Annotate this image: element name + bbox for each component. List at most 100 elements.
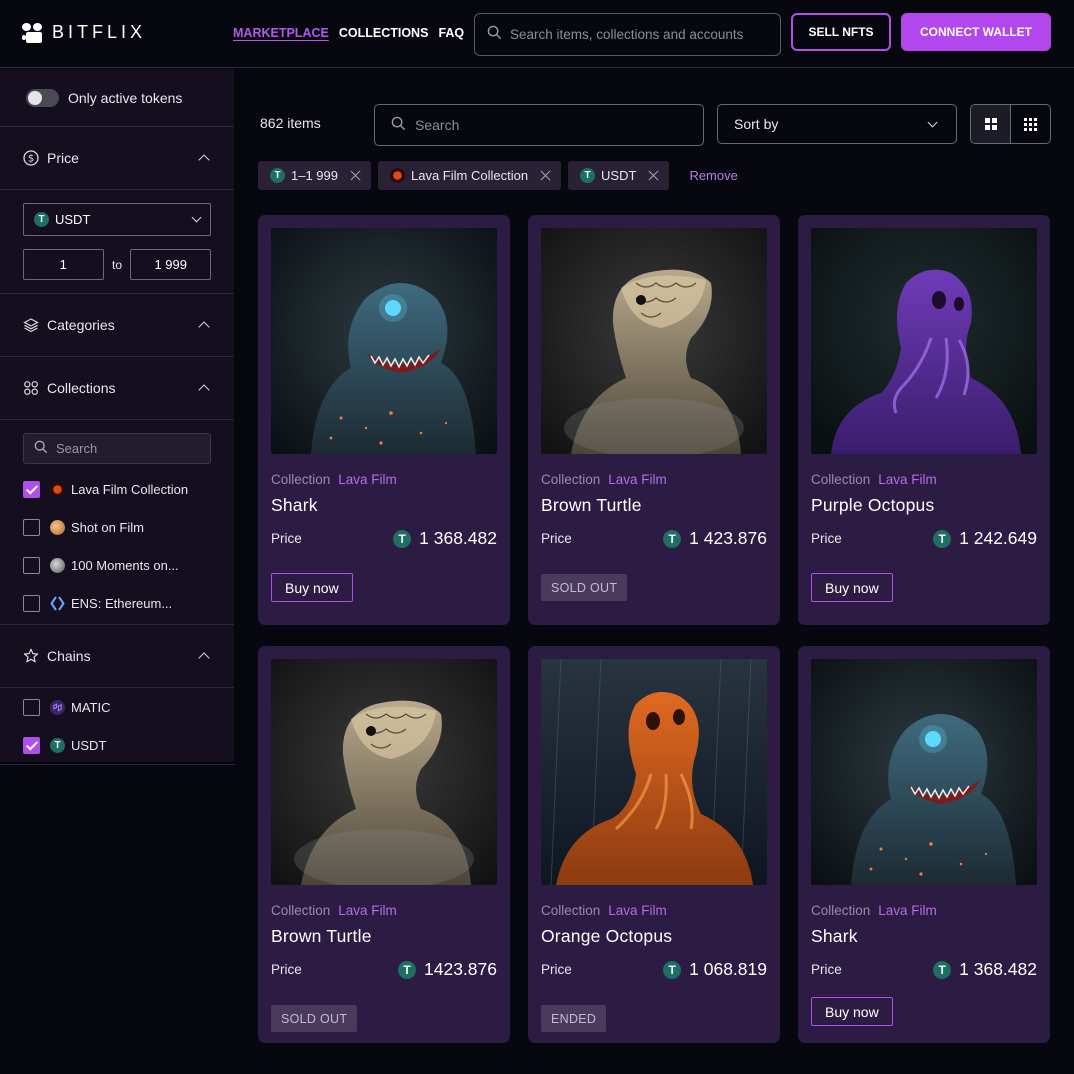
price-line: Price T 1 368.482 [811, 959, 1037, 980]
active-filters: T 1–1 999 Lava Film Collection T USDT Re… [258, 161, 738, 190]
collection-link[interactable]: Lava Film [338, 472, 397, 487]
chevron-up-icon[interactable] [198, 652, 210, 664]
close-icon[interactable] [350, 170, 361, 181]
grid-large-icon[interactable] [971, 105, 1011, 143]
nft-card[interactable]: Collection Lava Film Shark Price T 1 368… [798, 646, 1050, 1043]
categories-title: Categories [47, 317, 115, 333]
chains-header[interactable]: Chains [0, 625, 234, 687]
nft-name[interactable]: Orange Octopus [541, 926, 767, 947]
tether-icon: T [933, 960, 952, 979]
nav-faq[interactable]: FAQ [438, 26, 464, 40]
price-label: Price [811, 531, 842, 546]
collection-link[interactable]: Lava Film [338, 903, 397, 918]
nft-card[interactable]: Collection Lava Film Brown Turtle Price … [258, 646, 510, 1043]
collections-header[interactable]: Collections [0, 357, 234, 419]
collection-label: Collection [271, 472, 331, 487]
header-search[interactable] [474, 13, 781, 56]
filter-chip-collection[interactable]: Lava Film Collection [378, 161, 562, 190]
collections-search-input[interactable]: Search [23, 433, 211, 464]
logo-icon [22, 22, 44, 43]
lava-film-avatar [50, 481, 65, 497]
chain-option-matic[interactable]: MATIC [23, 688, 211, 726]
checkbox-checked[interactable] [23, 736, 40, 754]
nft-card[interactable]: Collection Lava Film Purple Octopus Pric… [798, 215, 1050, 625]
nft-image[interactable] [541, 228, 767, 454]
nft-name[interactable]: Shark [811, 926, 1037, 947]
collection-link[interactable]: Lava Film [878, 472, 937, 487]
collection-option-100-moments[interactable]: 100 Moments on... [23, 546, 211, 584]
nft-name[interactable]: Brown Turtle [541, 495, 767, 516]
items-search-placeholder: Search [415, 117, 460, 133]
collection-option-label: Shot on Film [71, 519, 144, 535]
nft-name[interactable]: Purple Octopus [811, 495, 1037, 516]
sell-nfts-button[interactable]: SELL NFTS [791, 13, 891, 51]
filter-chip-label: Lava Film Collection [411, 168, 529, 183]
categories-header[interactable]: Categories [0, 294, 234, 356]
logo[interactable]: BITFLIX [22, 22, 146, 43]
collection-option-label: Lava Film Collection [71, 481, 189, 497]
collection-option-lava[interactable]: Lava Film Collection [23, 470, 211, 508]
chevron-down-icon [191, 212, 202, 223]
collection-line: Collection Lava Film [811, 472, 1037, 487]
filter-chip-price[interactable]: T 1–1 999 [258, 161, 371, 190]
matic-icon [50, 699, 65, 715]
collection-option-ens[interactable]: ENS: Ethereum... [23, 584, 211, 622]
sort-dropdown[interactable]: Sort by [717, 104, 957, 144]
checkbox-unchecked[interactable] [23, 556, 40, 574]
chevron-up-icon[interactable] [198, 321, 210, 333]
currency-select[interactable]: T USDT [23, 203, 211, 236]
nft-card[interactable]: Collection Lava Film Brown Turtle Price … [528, 215, 780, 625]
nft-name[interactable]: Shark [271, 495, 497, 516]
nft-image[interactable] [271, 659, 497, 885]
nft-card[interactable]: Collection Lava Film Orange Octopus Pric… [528, 646, 780, 1043]
nft-meta: Collection Lava Film Orange Octopus Pric… [541, 903, 767, 980]
collection-option-shot-on-film[interactable]: Shot on Film [23, 508, 211, 546]
checkbox-unchecked[interactable] [23, 698, 40, 716]
close-icon[interactable] [648, 170, 659, 181]
checkbox-unchecked[interactable] [23, 594, 40, 612]
nft-meta: Collection Lava Film Shark Price T 1 368… [811, 903, 1037, 980]
layers-icon [23, 317, 39, 333]
nft-name[interactable]: Brown Turtle [271, 926, 497, 947]
remove-filters-link[interactable]: Remove [689, 168, 737, 183]
collection-link[interactable]: Lava Film [878, 903, 937, 918]
active-tokens-toggle[interactable] [26, 88, 59, 107]
price-max-input[interactable]: 1 999 [130, 249, 212, 280]
buy-now-button[interactable]: Buy now [811, 573, 893, 602]
buy-now-button[interactable]: Buy now [271, 573, 353, 602]
price-header[interactable]: $ Price [0, 127, 234, 189]
price-line: Price T 1 423.876 [541, 528, 767, 549]
ens-icon [50, 595, 65, 611]
nft-image[interactable] [811, 228, 1037, 454]
chevron-up-icon[interactable] [198, 384, 210, 396]
price-line: Price T 1 242.649 [811, 528, 1037, 549]
shot-on-film-avatar [50, 519, 65, 535]
nav-marketplace[interactable]: MARKETPLACE [233, 26, 329, 40]
filter-chip-chain[interactable]: T USDT [568, 161, 670, 190]
chain-option-usdt[interactable]: T USDT [23, 726, 211, 764]
nft-image[interactable] [811, 659, 1037, 885]
sold-out-badge: SOLD OUT [541, 574, 628, 601]
nft-card[interactable]: Collection Lava Film Shark Price T 1 368… [258, 215, 510, 625]
collection-link[interactable]: Lava Film [608, 472, 667, 487]
tether-icon: T [663, 960, 682, 979]
nav-collections[interactable]: COLLECTIONS [339, 26, 429, 40]
filter-chip-label: 1–1 999 [291, 168, 338, 183]
checkbox-unchecked[interactable] [23, 518, 40, 536]
collection-link[interactable]: Lava Film [608, 903, 667, 918]
checkbox-checked[interactable] [23, 480, 40, 498]
filter-chip-label: USDT [601, 168, 637, 183]
nft-image[interactable] [271, 228, 497, 454]
chevron-up-icon[interactable] [198, 154, 210, 166]
close-icon[interactable] [540, 170, 551, 181]
collections-filter: Collections Search Lava Film Collection … [0, 357, 234, 625]
items-search-input[interactable]: Search [374, 104, 704, 146]
buy-now-button[interactable]: Buy now [811, 997, 893, 1026]
connect-wallet-button[interactable]: CONNECT WALLET [901, 13, 1051, 51]
price-label: Price [271, 962, 302, 977]
grid-small-icon[interactable] [1011, 105, 1050, 143]
nft-image[interactable] [541, 659, 767, 885]
header-search-input[interactable] [510, 27, 772, 42]
price-min-input[interactable]: 1 [23, 249, 104, 280]
price-line: Price T 1 368.482 [271, 528, 497, 549]
